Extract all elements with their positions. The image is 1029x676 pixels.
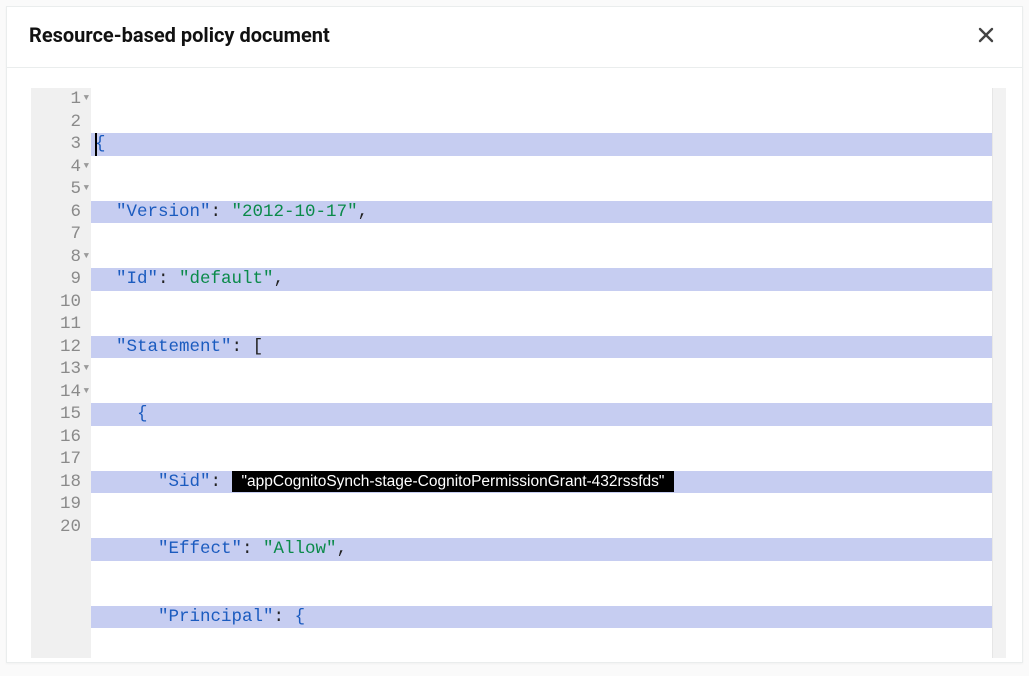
- cursor: [95, 133, 97, 156]
- line-number: 5▼: [35, 178, 81, 201]
- close-icon: [976, 25, 996, 45]
- code-line: "Version": "2012-10-17",: [91, 201, 992, 224]
- close-button[interactable]: [972, 21, 1000, 49]
- line-number: 6: [35, 201, 81, 224]
- line-number: 15: [35, 403, 81, 426]
- fold-icon[interactable]: ▼: [84, 387, 89, 396]
- line-number: 19: [35, 493, 81, 516]
- redacted-sid: "appCognitoSynch-stage-CognitoPermission…: [232, 471, 675, 492]
- line-number: 11: [35, 313, 81, 336]
- code-line: "Statement": [: [91, 336, 992, 359]
- code-body[interactable]: { "Version": "2012-10-17", "Id": "defaul…: [91, 88, 992, 658]
- line-number-gutter: 1▼ 2 3 4▼ 5▼ 6 7 8▼ 9 10 11 12 13▼ 14▼ 1…: [31, 88, 91, 658]
- line-number: 3: [35, 133, 81, 156]
- line-number: 12: [35, 336, 81, 359]
- line-number: 17: [35, 448, 81, 471]
- fold-icon[interactable]: ▼: [84, 94, 89, 103]
- fold-icon[interactable]: ▼: [84, 162, 89, 171]
- line-number: 8▼: [35, 246, 81, 269]
- policy-modal: Resource-based policy document 1▼ 2 3 4▼…: [6, 6, 1023, 663]
- line-number: 7: [35, 223, 81, 246]
- line-number: 14▼: [35, 381, 81, 404]
- code-line: "Principal": {: [91, 606, 992, 629]
- line-number: 18: [35, 471, 81, 494]
- line-number: 4▼: [35, 156, 81, 179]
- fold-icon[interactable]: ▼: [84, 184, 89, 193]
- code-line: "Id": "default",: [91, 268, 992, 291]
- code-line: {: [91, 403, 992, 426]
- line-number: 20: [35, 516, 81, 539]
- fold-icon[interactable]: ▼: [84, 252, 89, 261]
- line-number: 10: [35, 291, 81, 314]
- fold-icon[interactable]: ▼: [84, 364, 89, 373]
- modal-title: Resource-based policy document: [29, 23, 330, 47]
- line-number: 9: [35, 268, 81, 291]
- line-number: 16: [35, 426, 81, 449]
- line-number: 2: [35, 111, 81, 134]
- modal-header: Resource-based policy document: [7, 7, 1022, 68]
- line-number: 13▼: [35, 358, 81, 381]
- editor-container: 1▼ 2 3 4▼ 5▼ 6 7 8▼ 9 10 11 12 13▼ 14▼ 1…: [7, 68, 1022, 662]
- code-line: "Sid": "appCognitoSynch-stage-CognitoPer…: [91, 471, 992, 494]
- line-number: 1▼: [35, 88, 81, 111]
- code-line: {: [91, 133, 992, 156]
- code-line: "Effect": "Allow",: [91, 538, 992, 561]
- code-editor[interactable]: 1▼ 2 3 4▼ 5▼ 6 7 8▼ 9 10 11 12 13▼ 14▼ 1…: [31, 88, 1006, 658]
- vertical-scrollbar[interactable]: [992, 88, 1006, 658]
